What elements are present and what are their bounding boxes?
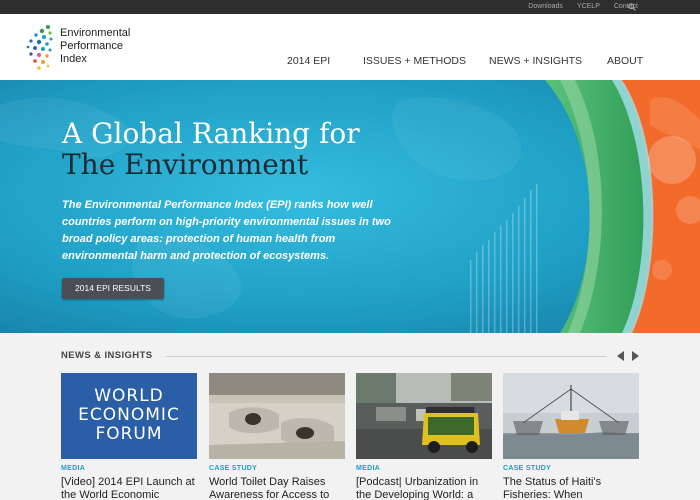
hero-description: The Environmental Performance Index (EPI… <box>62 199 391 262</box>
card-title[interactable]: The Status of Haiti's Fisheries: When <box>503 476 643 500</box>
card-thumbnail-wef[interactable]: WORLD ECONOMIC FORUM <box>61 373 197 459</box>
news-divider <box>166 356 606 357</box>
news-card[interactable]: CASE STUDY World Toilet Day Raises Aware… <box>209 373 345 500</box>
wef-logo-line-3: FORUM <box>95 424 163 444</box>
logo-wordmark[interactable]: Environmental Performance Index <box>60 27 130 66</box>
hero-title-line-2: The Environment <box>62 148 309 181</box>
ycelp-link[interactable]: YCELP <box>577 0 600 14</box>
nav-item-issues-methods[interactable]: ISSUES + METHODS <box>363 55 466 67</box>
logo-line-3: Index <box>60 53 87 65</box>
news-section-heading: NEWS & INSIGHTS <box>61 350 153 361</box>
nav-item-2014-epi[interactable]: 2014 EPI <box>287 55 330 67</box>
utility-bar: Downloads YCELP Contact <box>0 0 700 14</box>
wef-logo-line-1: WORLD <box>94 386 164 406</box>
search-icon[interactable] <box>628 3 636 11</box>
card-category: CASE STUDY <box>503 465 552 472</box>
carousel-next-icon[interactable] <box>632 351 639 361</box>
logo-line-2: Performance <box>60 40 123 52</box>
nav-item-about[interactable]: ABOUT <box>607 55 643 67</box>
wef-logo-line-2: ECONOMIC <box>78 405 180 425</box>
downloads-link[interactable]: Downloads <box>528 0 563 14</box>
nav-item-news-insights[interactable]: NEWS + INSIGHTS <box>489 55 582 67</box>
utility-links: Downloads YCELP Contact <box>528 0 638 14</box>
card-title[interactable]: [Podcast| Urbanization in the Developing… <box>356 476 496 500</box>
logo-line-1: Environmental <box>60 27 131 39</box>
epi-logo-icon[interactable] <box>26 24 56 72</box>
news-card[interactable]: WORLD ECONOMIC FORUM MEDIA [Video] 2014 … <box>61 373 197 500</box>
news-card[interactable]: CASE STUDY The Status of Haiti's Fisheri… <box>503 373 639 500</box>
card-thumbnail-fishing-boat[interactable] <box>503 373 639 459</box>
card-title[interactable]: [Video] 2014 EPI Launch at the World Eco… <box>61 476 201 500</box>
epi-results-button[interactable]: 2014 EPI RESULTS <box>62 278 164 299</box>
carousel-prev-icon[interactable] <box>617 351 624 361</box>
news-card[interactable]: MEDIA [Podcast| Urbanization in the Deve… <box>356 373 492 500</box>
card-title[interactable]: World Toilet Day Raises Awareness for Ac… <box>209 476 349 500</box>
card-thumbnail-street[interactable] <box>356 373 492 459</box>
card-thumbnail-toilets[interactable] <box>209 373 345 459</box>
card-category: MEDIA <box>61 465 86 472</box>
hero-title-line-1: A Global Ranking for <box>62 117 360 150</box>
card-category: CASE STUDY <box>209 465 258 472</box>
site-header: Environmental Performance Index <box>0 14 700 80</box>
card-category: MEDIA <box>356 465 381 472</box>
